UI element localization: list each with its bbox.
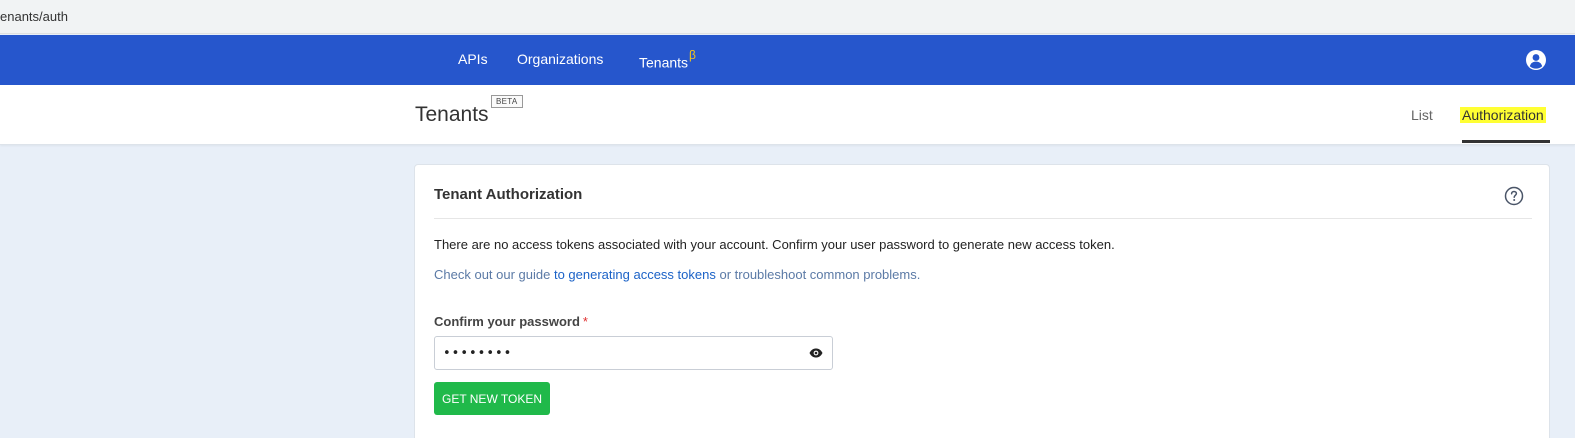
- nav-item-tenants-label: Tenants: [639, 54, 689, 71]
- password-input[interactable]: [443, 343, 803, 363]
- card-divider: [434, 218, 1532, 219]
- question-circle-icon[interactable]: [1504, 186, 1524, 206]
- guide-text: Check out our guide to generating access…: [434, 267, 920, 282]
- guide-link[interactable]: to generating access tokens: [554, 267, 716, 282]
- password-field[interactable]: [434, 336, 833, 370]
- nav-item-tenants[interactable]: Tenantsβ: [639, 48, 696, 71]
- no-tokens-message: There are no access tokens associated wi…: [434, 237, 1115, 252]
- tab-list[interactable]: List: [1411, 107, 1433, 123]
- address-bar[interactable]: enants/auth: [0, 0, 1575, 34]
- beta-badge: BETA: [491, 95, 523, 108]
- tenant-authorization-card: Tenant Authorization There are no access…: [414, 164, 1550, 438]
- nav-item-apis[interactable]: APIs: [458, 51, 488, 67]
- get-new-token-button[interactable]: GET NEW TOKEN: [434, 382, 550, 415]
- tab-authorization[interactable]: Authorization: [1460, 107, 1546, 123]
- guide-prefix: Check out our guide: [434, 267, 554, 282]
- top-navigation: APIs Organizations Tenantsβ: [0, 35, 1575, 85]
- guide-suffix: or troubleshoot common problems.: [715, 267, 921, 282]
- user-circle-icon[interactable]: [1526, 50, 1546, 70]
- card-title: Tenant Authorization: [434, 186, 583, 203]
- page-header: Tenants BETA List Authorization: [0, 85, 1575, 145]
- page-title: Tenants: [415, 103, 489, 126]
- password-label-text: Confirm your password: [434, 314, 580, 329]
- password-label: Confirm your password *: [434, 314, 588, 329]
- active-tab-indicator: [1462, 140, 1550, 143]
- required-mark: *: [582, 314, 588, 329]
- eye-icon[interactable]: [809, 348, 823, 358]
- url-text: enants/auth: [0, 9, 68, 24]
- nav-item-organizations[interactable]: Organizations: [517, 51, 603, 67]
- beta-symbol: β: [689, 48, 696, 62]
